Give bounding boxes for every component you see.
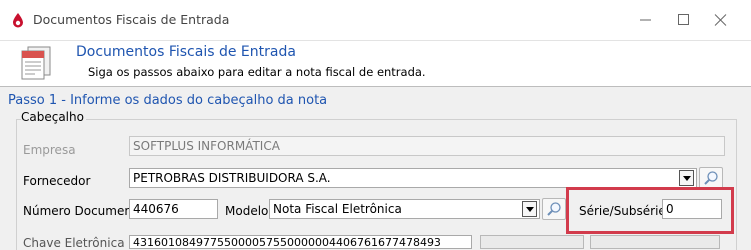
header-subtitle: Siga os passos abaixo para editar a nota… (88, 65, 426, 79)
chave-eletronica-label: Chave Eletrônica (23, 236, 125, 250)
close-button[interactable] (702, 8, 742, 32)
step-label: Passo 1 - Informe os dados do cabeçalho … (8, 93, 328, 108)
maximize-icon (678, 14, 689, 25)
chevron-down-icon (683, 176, 691, 181)
maximize-button[interactable] (665, 8, 705, 32)
modelo-label: Modelo (225, 204, 269, 218)
wizard-header: Documentos Fiscais de Entrada Siga os pa… (0, 41, 751, 87)
close-icon (714, 14, 727, 26)
modelo-search-button[interactable] (542, 198, 566, 220)
fornecedor-select[interactable]: PETROBRAS DISTRIBUIDORA S.A. (129, 168, 697, 188)
consultar-chave-button[interactable] (480, 235, 584, 249)
empresa-label: Empresa (23, 143, 76, 157)
minimize-button[interactable] (627, 8, 667, 32)
fornecedor-label: Fornecedor (23, 174, 91, 188)
chave-eletronica-input[interactable]: 4316010849775500005755000000440676167747… (129, 235, 472, 249)
header-title: Documentos Fiscais de Entrada (76, 44, 296, 60)
red-drop-app-icon (13, 13, 23, 28)
minimize-icon (640, 19, 651, 21)
modelo-dropdown-button[interactable] (522, 201, 537, 217)
chevron-down-icon (526, 207, 534, 212)
window-title: Documentos Fiscais de Entrada (33, 12, 230, 27)
search-icon (547, 202, 561, 216)
modelo-select[interactable]: Nota Fiscal Eletrônica (269, 199, 540, 219)
importar-xml-button[interactable] (590, 235, 720, 249)
numero-documento-input[interactable]: 440676 (129, 199, 218, 219)
numero-documento-label: Número Documento (23, 204, 144, 218)
fornecedor-dropdown-button[interactable] (679, 170, 694, 186)
search-icon (704, 171, 718, 185)
empresa-field: SOFTPLUS INFORMÁTICA (129, 136, 725, 156)
groupbox-title: Cabeçalho (21, 110, 86, 124)
document-form-icon (21, 46, 51, 80)
window-titlebar: Documentos Fiscais de Entrada (0, 0, 751, 41)
fornecedor-search-button[interactable] (699, 167, 723, 189)
highlight-box (566, 187, 734, 234)
